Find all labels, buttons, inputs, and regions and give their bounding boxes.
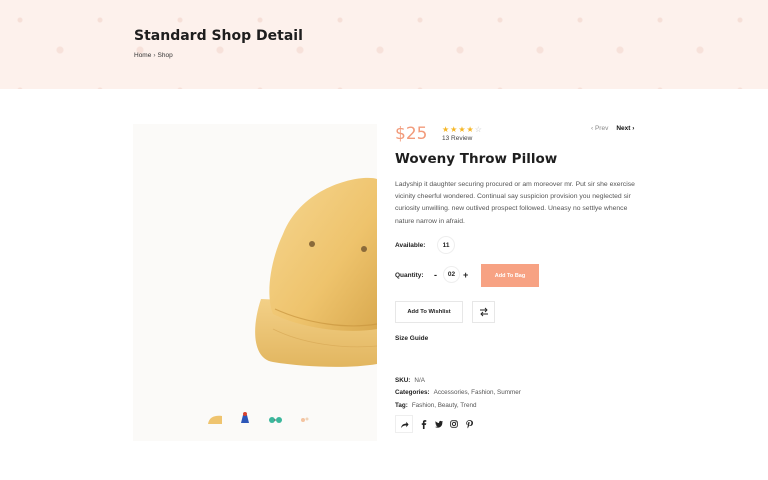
page-banner: Standard Shop Detail Home › Shop (0, 0, 768, 89)
tag-value[interactable]: Fashion, Beauty, Trend (412, 402, 477, 409)
categories-label: Categories: (395, 389, 430, 396)
quantity-decrease-button[interactable]: - (434, 270, 437, 280)
size-guide-link[interactable]: Size Guide (395, 335, 428, 342)
product-pager: ‹ Prev Next › (591, 125, 634, 132)
product-description: Ladyship it daughter securing procured o… (395, 181, 635, 225)
star-icon: ★ (442, 125, 450, 134)
available-count: 11 (437, 236, 455, 254)
rating-stars: ★ ★ ★ ★ ☆ (442, 125, 482, 134)
quantity-increase-button[interactable]: + (463, 270, 468, 280)
compare-button[interactable] (472, 301, 495, 323)
breadcrumb: Home › Shop (134, 52, 173, 59)
add-to-bag-button[interactable]: Add To Bag (481, 264, 539, 287)
share-icon (400, 421, 409, 428)
star-outline-icon: ☆ (474, 125, 482, 134)
pinterest-icon[interactable] (465, 419, 473, 429)
categories-value[interactable]: Accessories, Fashion, Summer (434, 389, 521, 396)
social-links (420, 419, 473, 429)
instagram-icon[interactable] (450, 419, 458, 429)
page-title: Standard Shop Detail (134, 28, 303, 44)
product-image-hat (255, 177, 377, 367)
thumbnail-hat[interactable] (205, 409, 225, 429)
breadcrumb-separator: › (153, 52, 156, 59)
thumbnail-figurine[interactable] (235, 409, 255, 429)
tag-label: Tag: (395, 402, 408, 409)
sku-row: SKU: N/A (395, 377, 425, 384)
product-price: $25 (395, 124, 428, 144)
quantity-label: Quantity: (395, 272, 424, 279)
star-icon: ★ (450, 125, 458, 134)
product-title: Woveny Throw Pillow (395, 151, 558, 167)
thumbnail-sunglasses[interactable] (265, 409, 285, 429)
prev-product-link[interactable]: ‹ Prev (591, 125, 608, 132)
add-to-wishlist-button[interactable]: Add To Wishlist (395, 301, 463, 323)
breadcrumb-current[interactable]: Shop (158, 52, 173, 59)
facebook-icon[interactable] (420, 419, 428, 429)
compare-icon (479, 307, 488, 317)
quantity-value[interactable]: 02 (443, 266, 460, 283)
tag-row: Tag: Fashion, Beauty, Trend (395, 402, 476, 409)
product-image-gallery (133, 124, 377, 441)
available-label: Available: (395, 242, 426, 249)
breadcrumb-home[interactable]: Home (134, 52, 151, 59)
categories-row: Categories: Accessories, Fashion, Summer (395, 389, 521, 396)
star-icon: ★ (458, 125, 466, 134)
twitter-icon[interactable] (435, 419, 443, 429)
thumbnail-list (205, 409, 315, 429)
star-icon: ★ (466, 125, 474, 134)
review-count[interactable]: 13 Review (442, 135, 472, 142)
share-button[interactable] (395, 415, 413, 433)
sku-label: SKU: (395, 377, 411, 384)
next-product-link[interactable]: Next › (616, 125, 634, 132)
thumbnail-accessory[interactable] (295, 409, 315, 429)
sku-value: N/A (414, 377, 425, 384)
